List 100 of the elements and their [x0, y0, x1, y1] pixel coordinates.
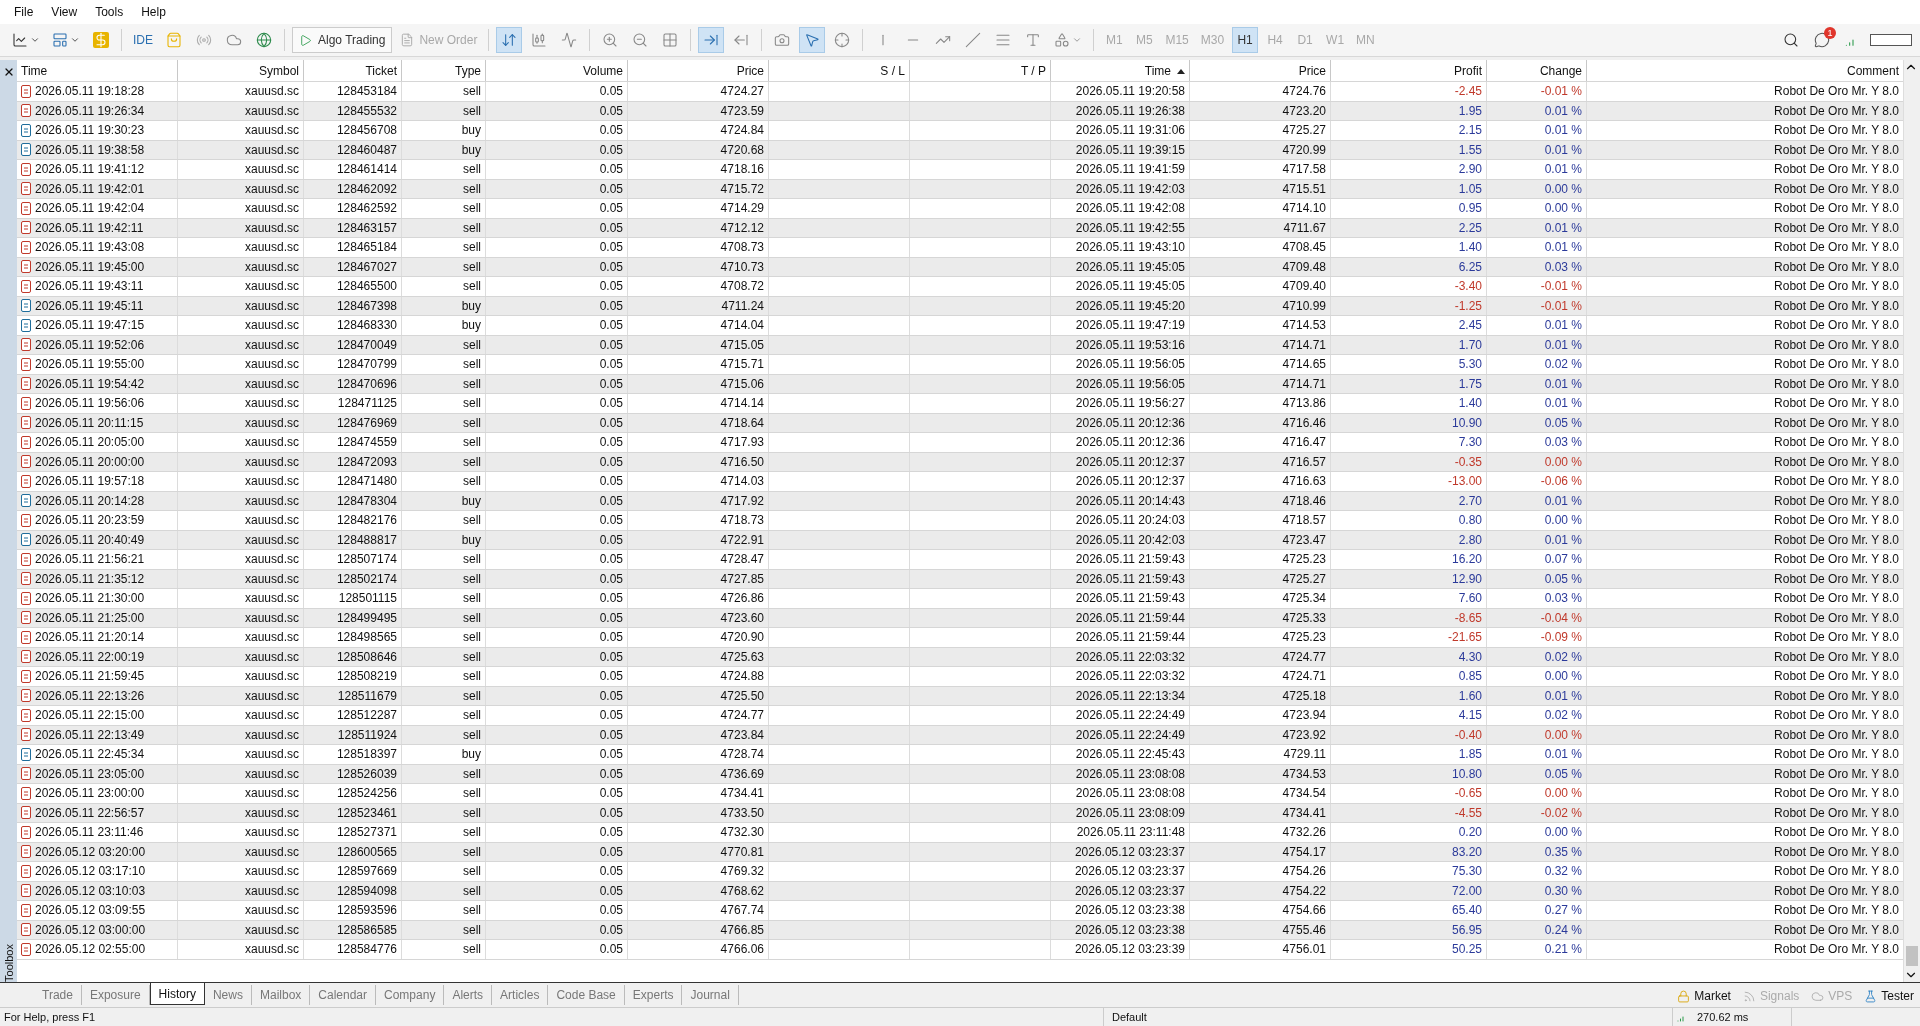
table-cell: 128471125: [304, 394, 402, 413]
table-cell: 0.05: [486, 530, 628, 549]
service-button[interactable]: Market: [1671, 989, 1737, 1003]
table-cell: 0.05: [486, 862, 628, 881]
table-cell: 128523461: [304, 803, 402, 822]
table-cell: sell: [402, 862, 486, 881]
ide-button[interactable]: IDE: [129, 27, 157, 53]
table-cell: xauusd.sc: [178, 569, 304, 588]
table-cell: -0.35: [1331, 452, 1487, 471]
panel-tab[interactable]: Alerts: [444, 985, 493, 1005]
table-cell: 2026.05.11 19:42:55: [1051, 218, 1190, 237]
table-cell: 2026.05.11 20:40:49: [35, 532, 145, 547]
table-cell: 2026.05.11 20:00:00: [35, 454, 145, 469]
table-cell: 4718.46: [1190, 491, 1331, 510]
table-cell: 0.05: [486, 121, 628, 140]
table-cell: sell: [402, 413, 486, 432]
table-cell: 4716.50: [628, 452, 769, 471]
table-cell: xauusd.sc: [178, 511, 304, 530]
panel-tab[interactable]: Trade: [34, 985, 82, 1005]
panel-tab[interactable]: Mailbox: [251, 985, 311, 1005]
table-cell: 4723.59: [628, 101, 769, 120]
level-bar: [1870, 34, 1912, 46]
table-cell: 0.01 %: [1487, 491, 1587, 510]
table-cell: 4717.93: [628, 433, 769, 452]
table-cell: sell: [402, 842, 486, 861]
table-cell: sell: [402, 881, 486, 900]
table-cell: xauusd.sc: [178, 374, 304, 393]
cursor-icon[interactable]: [799, 27, 826, 53]
table-cell: 0.00 %: [1487, 725, 1587, 744]
table-cell: 0.01 %: [1487, 374, 1587, 393]
table-cell: 128600565: [304, 842, 402, 861]
panel-tab[interactable]: Exposure: [81, 985, 150, 1005]
panel-tab[interactable]: Journal: [682, 985, 739, 1005]
table-cell: 4728.74: [628, 745, 769, 764]
table-cell: 4724.71: [1190, 667, 1331, 686]
table-cell: 0.05: [486, 277, 628, 296]
table-cell: 2026.05.11 19:39:15: [1051, 140, 1190, 159]
table-cell: 4717.58: [1190, 160, 1331, 179]
timeframe-button[interactable]: H1: [1232, 27, 1259, 53]
panel-tab[interactable]: News: [204, 985, 252, 1005]
panel-tab[interactable]: Code Base: [548, 985, 625, 1005]
scrollbar-thumb[interactable]: [1906, 946, 1918, 966]
table-cell: 4734.41: [1190, 803, 1331, 822]
table-cell: 128470799: [304, 355, 402, 374]
service-button[interactable]: Tester: [1858, 989, 1920, 1003]
table-cell: 2026.05.12 03:23:39: [1051, 940, 1190, 959]
panel-tab[interactable]: Calendar: [310, 985, 377, 1005]
table-cell: 2026.05.11 21:59:43: [1051, 589, 1190, 608]
table-cell: 2026.05.11 19:45:20: [1051, 296, 1190, 315]
table-cell: buy: [402, 491, 486, 510]
table-cell: 128455532: [304, 101, 402, 120]
table-cell: 2.80: [1331, 530, 1487, 549]
table-cell: 4714.14: [628, 394, 769, 413]
table-cell: 2026.05.12 03:23:38: [1051, 901, 1190, 920]
table-cell: sell: [402, 82, 486, 101]
table-cell: 2026.05.11 22:00:19: [35, 649, 145, 664]
algo-trading-button[interactable]: Algo Trading: [292, 27, 393, 53]
table-cell: 4723.60: [628, 608, 769, 627]
table-cell: 4734.54: [1190, 784, 1331, 803]
menu-item[interactable]: File: [6, 3, 42, 21]
table-cell: 2026.05.11 22:24:49: [1051, 706, 1190, 725]
table-cell: 0.21 %: [1487, 940, 1587, 959]
table-cell: 0.01 %: [1487, 218, 1587, 237]
table-cell: 0.05: [486, 511, 628, 530]
table-cell: 4724.27: [628, 82, 769, 101]
menu-item[interactable]: Tools: [87, 3, 132, 21]
table-cell: 2026.05.11 20:42:03: [1051, 530, 1190, 549]
table-cell: 128524256: [304, 784, 402, 803]
table-cell: 128526039: [304, 764, 402, 783]
table-cell: 0.05: [486, 199, 628, 218]
table-cell: 4710.73: [628, 257, 769, 276]
table-cell: 2026.05.11 19:42:01: [35, 181, 145, 196]
panel-tab[interactable]: Experts: [624, 985, 683, 1005]
table-cell: 0.05: [486, 160, 628, 179]
table-cell: 4718.16: [628, 160, 769, 179]
menu-item[interactable]: Help: [133, 3, 174, 21]
table-cell: 0.00 %: [1487, 179, 1587, 198]
table-cell: -0.04 %: [1487, 608, 1587, 627]
panel-tab[interactable]: Articles: [492, 985, 549, 1005]
table-cell: 4717.92: [628, 491, 769, 510]
table-cell: 0.05: [486, 101, 628, 120]
document-icon: [400, 33, 415, 47]
table-cell: sell: [402, 667, 486, 686]
table-cell: 128597669: [304, 862, 402, 881]
table-cell: 4725.27: [1190, 569, 1331, 588]
table-cell: 0.05: [486, 901, 628, 920]
chat-button[interactable]: 1: [1808, 27, 1836, 53]
autoscroll-icon[interactable]: [698, 27, 725, 53]
panel-tab[interactable]: Company: [376, 985, 445, 1005]
table-cell: 4725.23: [1190, 550, 1331, 569]
table-cell: sell: [402, 686, 486, 705]
panel-tab[interactable]: History: [149, 983, 205, 1005]
table-cell: 2026.05.11 21:30:00: [35, 591, 145, 606]
menu-item[interactable]: View: [43, 3, 86, 21]
table-cell: 4712.12: [628, 218, 769, 237]
table-cell: sell: [402, 784, 486, 803]
table-cell: 0.03 %: [1487, 433, 1587, 452]
table-cell: 2026.05.12 03:23:37: [1051, 842, 1190, 861]
table-cell: 2026.05.11 22:45:34: [35, 747, 145, 762]
table-cell: 0.01 %: [1487, 238, 1587, 257]
